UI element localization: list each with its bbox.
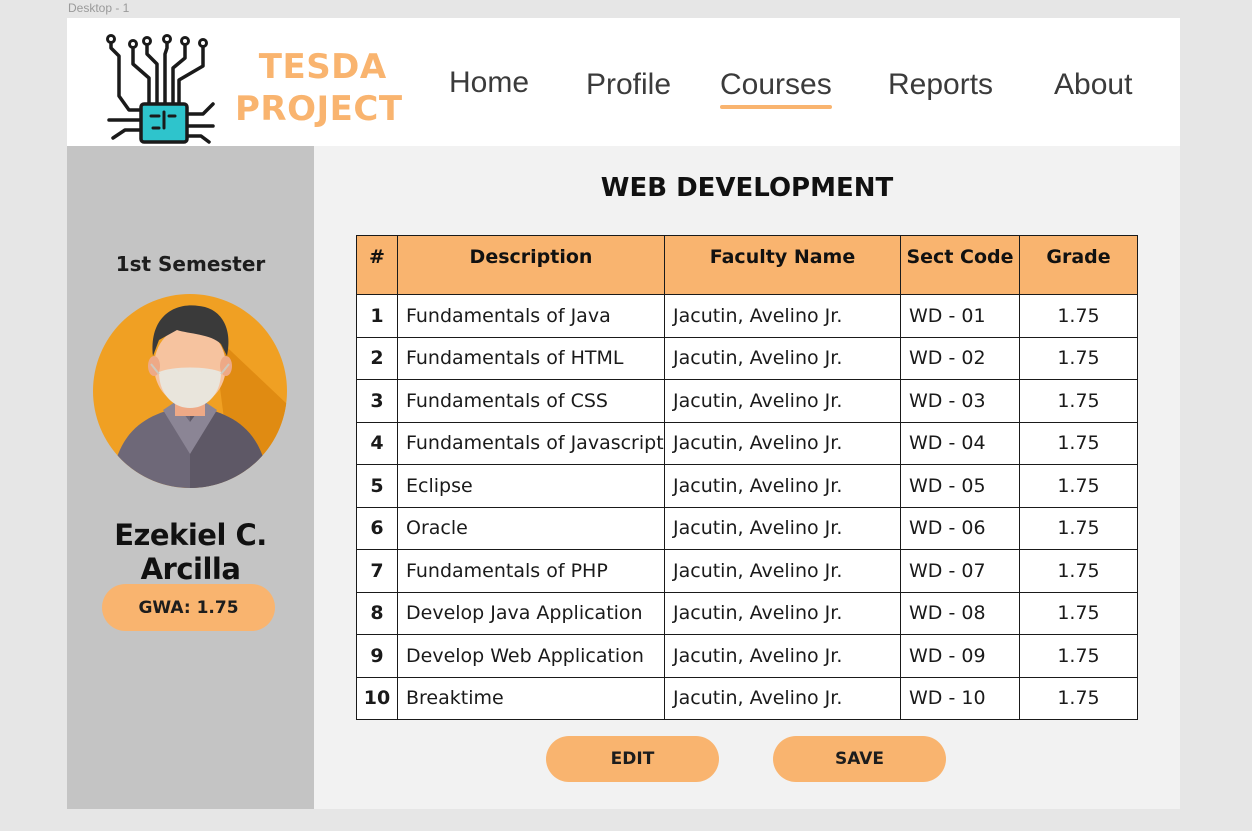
row-grade: 1.75 [1019,506,1138,550]
row-number: 6 [356,506,398,550]
table-row: 4 Fundamentals of Javascript Jacutin, Av… [356,421,1138,465]
semester-label: 1st Semester [115,252,266,276]
table-row: 9 Develop Web Application Jacutin, Aveli… [356,634,1138,678]
canvas-label: Desktop - 1 [68,1,130,15]
row-faculty: Jacutin, Avelino Jr. [664,421,901,465]
row-sect-code: WD - 08 [900,591,1020,635]
header-number: # [356,235,398,295]
row-faculty: Jacutin, Avelino Jr. [664,294,901,338]
row-number: 1 [356,294,398,338]
row-faculty: Jacutin, Avelino Jr. [664,379,901,423]
row-grade: 1.75 [1019,464,1138,508]
row-number: 5 [356,464,398,508]
row-sect-code: WD - 06 [900,506,1020,550]
row-faculty: Jacutin, Avelino Jr. [664,464,901,508]
table-row: 8 Develop Java Application Jacutin, Avel… [356,591,1138,635]
row-sect-code: WD - 04 [900,421,1020,465]
header-description: Description [397,235,665,295]
brand-title: TESDA PROJECT [235,46,403,130]
table-row: 6 Oracle Jacutin, Avelino Jr. WD - 06 1.… [356,506,1138,550]
grades-table: # Description Faculty Name Sect Code Gra… [356,235,1138,720]
app-frame: TESDA PROJECT Home Profile Courses Repor… [67,18,1180,809]
row-grade: 1.75 [1019,591,1138,635]
row-number: 10 [356,676,398,720]
course-title: WEB DEVELOPMENT [600,173,894,203]
table-row: 5 Eclipse Jacutin, Avelino Jr. WD - 05 1… [356,464,1138,508]
row-description: Fundamentals of HTML [397,336,665,380]
row-description: Develop Web Application [397,634,665,678]
table-header-row: # Description Faculty Name Sect Code Gra… [356,235,1138,295]
row-sect-code: WD - 05 [900,464,1020,508]
gwa-badge: GWA: 1.75 [102,584,275,631]
avatar [93,294,287,488]
row-grade: 1.75 [1019,336,1138,380]
row-description: Breaktime [397,676,665,720]
nav-reports[interactable]: Reports [888,68,993,102]
nav-courses[interactable]: Courses [720,68,832,109]
brand-line-1: TESDA [258,47,387,87]
nav-about[interactable]: About [1054,68,1132,102]
row-description: Eclipse [397,464,665,508]
row-faculty: Jacutin, Avelino Jr. [664,676,901,720]
row-faculty: Jacutin, Avelino Jr. [664,549,901,593]
row-grade: 1.75 [1019,379,1138,423]
row-faculty: Jacutin, Avelino Jr. [664,506,901,550]
table-row: 3 Fundamentals of CSS Jacutin, Avelino J… [356,379,1138,423]
row-description: Fundamentals of Javascript [397,421,665,465]
row-grade: 1.75 [1019,294,1138,338]
row-description: Develop Java Application [397,591,665,635]
row-number: 7 [356,549,398,593]
row-number: 2 [356,336,398,380]
nav-home[interactable]: Home [449,66,529,100]
table-row: 1 Fundamentals of Java Jacutin, Avelino … [356,294,1138,338]
header-sect-code: Sect Code [900,235,1020,295]
circuit-chip-icon [106,34,215,144]
table-row: 2 Fundamentals of HTML Jacutin, Avelino … [356,336,1138,380]
row-description: Fundamentals of CSS [397,379,665,423]
student-sidebar: 1st Semester Ezekiel C. Arcilla GWA: 1.7… [67,146,314,809]
table-row: 10 Breaktime Jacutin, Avelino Jr. WD - 1… [356,676,1138,720]
table-row: 7 Fundamentals of PHP Jacutin, Avelino J… [356,549,1138,593]
top-header: TESDA PROJECT Home Profile Courses Repor… [67,18,1180,146]
edit-button[interactable]: EDIT [546,736,719,782]
row-number: 9 [356,634,398,678]
row-grade: 1.75 [1019,676,1138,720]
save-button[interactable]: SAVE [773,736,946,782]
row-grade: 1.75 [1019,549,1138,593]
nav-profile[interactable]: Profile [586,68,671,102]
row-description: Oracle [397,506,665,550]
row-sect-code: WD - 10 [900,676,1020,720]
row-grade: 1.75 [1019,421,1138,465]
row-grade: 1.75 [1019,634,1138,678]
brand-line-2: PROJECT [235,89,403,129]
header-faculty-name: Faculty Name [664,235,901,295]
row-description: Fundamentals of PHP [397,549,665,593]
header-grade: Grade [1019,235,1138,295]
row-sect-code: WD - 02 [900,336,1020,380]
row-number: 3 [356,379,398,423]
row-faculty: Jacutin, Avelino Jr. [664,336,901,380]
row-number: 4 [356,421,398,465]
row-sect-code: WD - 01 [900,294,1020,338]
row-faculty: Jacutin, Avelino Jr. [664,634,901,678]
row-faculty: Jacutin, Avelino Jr. [664,591,901,635]
row-sect-code: WD - 09 [900,634,1020,678]
student-name: Ezekiel C. Arcilla [114,518,267,586]
row-sect-code: WD - 03 [900,379,1020,423]
row-number: 8 [356,591,398,635]
row-description: Fundamentals of Java [397,294,665,338]
row-sect-code: WD - 07 [900,549,1020,593]
